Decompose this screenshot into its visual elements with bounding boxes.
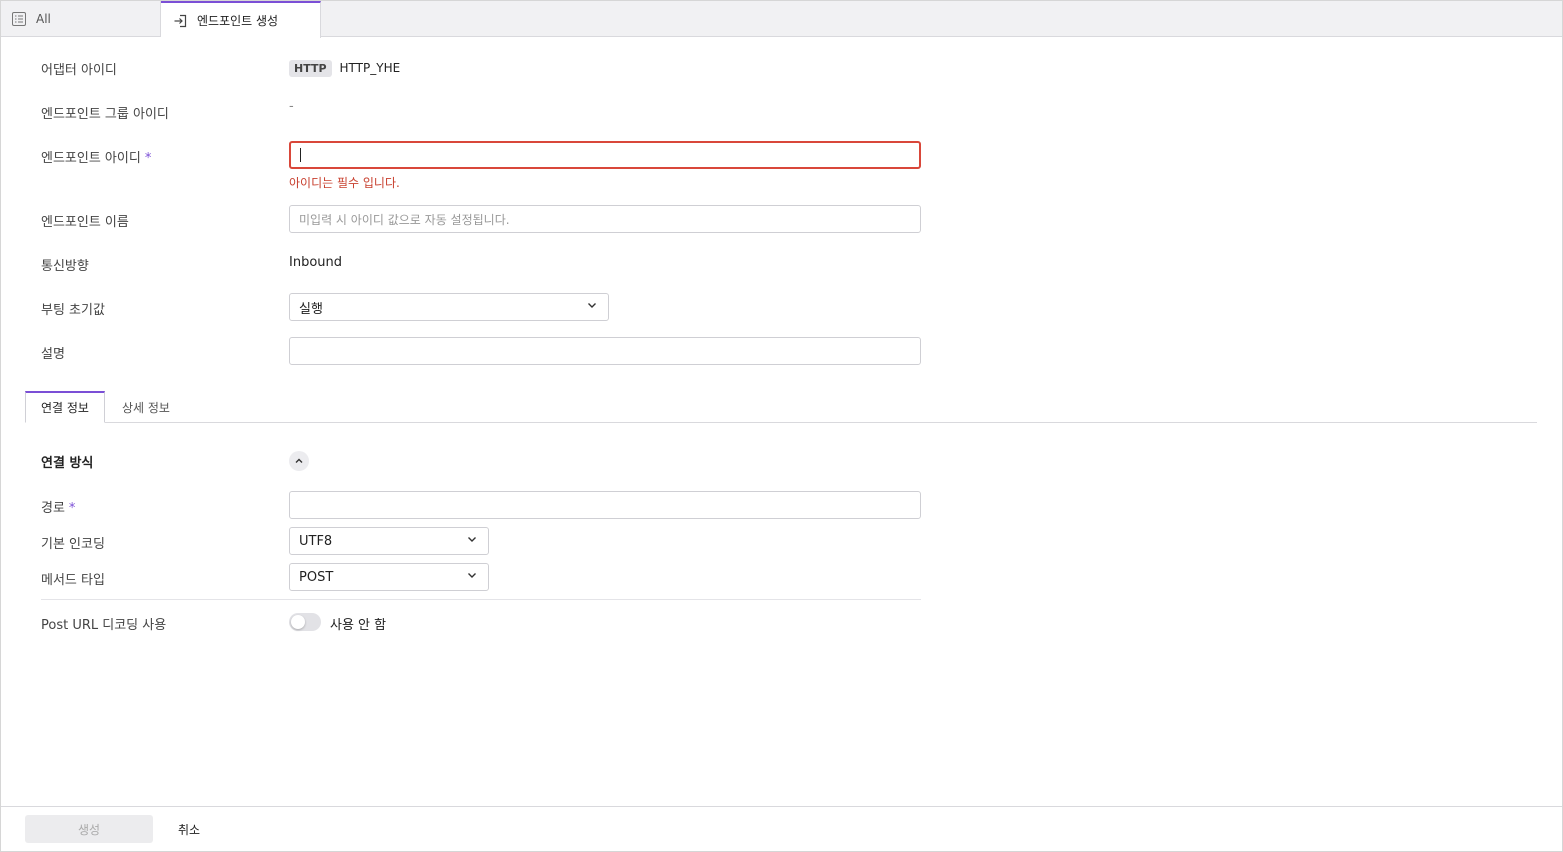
endpoint-name-label: 엔드포인트 이름 <box>41 215 129 230</box>
chevron-down-icon <box>466 569 478 585</box>
tab-endpoint-create[interactable]: 엔드포인트 생성 <box>161 1 321 38</box>
path-label: 경로 * <box>41 497 75 516</box>
endpoint-id-input[interactable] <box>289 141 921 169</box>
create-button[interactable]: 생성 <box>25 815 153 843</box>
method-select[interactable]: POST <box>289 563 489 591</box>
post-url-decoding-label: Post URL 디코딩 사용 <box>41 618 167 633</box>
tab-detail-info[interactable]: 상세 정보 <box>105 391 187 423</box>
login-icon <box>173 14 187 28</box>
tab-all-label: All <box>36 12 51 26</box>
window-frame <box>0 0 1563 852</box>
adapter-id-text: HTTP_YHE <box>339 61 401 75</box>
boot-default-label: 부팅 초기값 <box>41 303 105 318</box>
path-input[interactable] <box>289 491 921 519</box>
footer-bar: 생성 취소 <box>1 806 1562 851</box>
section-divider <box>41 599 921 600</box>
endpoint-group-id-value: - <box>289 99 294 114</box>
endpoint-id-error: 아이디는 필수 입니다. <box>289 176 400 190</box>
post-url-decoding-toggle[interactable] <box>289 613 321 631</box>
cancel-button[interactable]: 취소 <box>169 815 209 843</box>
chevron-down-icon <box>466 533 478 549</box>
detail-tab-bar: 연결 정보 상세 정보 <box>25 391 1537 423</box>
direction-label: 통신방향 <box>41 259 89 274</box>
method-label: 메서드 타입 <box>41 573 105 588</box>
encoding-select[interactable]: UTF8 <box>289 527 489 555</box>
toggle-knob <box>291 615 305 629</box>
direction-value: Inbound <box>289 255 343 270</box>
connection-method-title: 연결 방식 <box>41 456 94 471</box>
tab-endpoint-create-label: 엔드포인트 생성 <box>197 14 279 28</box>
encoding-label: 기본 인코딩 <box>41 537 105 552</box>
description-label: 설명 <box>41 347 65 362</box>
tab-connection-info[interactable]: 연결 정보 <box>25 391 105 423</box>
path-label-text: 경로 <box>41 501 65 516</box>
method-value: POST <box>299 569 334 585</box>
boot-default-select[interactable]: 실행 <box>289 293 609 321</box>
text-caret <box>300 148 301 162</box>
endpoint-name-placeholder: 미입력 시 아이디 값으로 자동 설정됩니다. <box>299 212 510 227</box>
endpoint-id-label: 엔드포인트 아이디 * <box>41 147 151 166</box>
adapter-id-value: HTTP HTTP_YHE <box>289 60 400 77</box>
boot-default-value: 실행 <box>299 301 323 317</box>
chevron-down-icon <box>586 299 598 315</box>
endpoint-name-input[interactable]: 미입력 시 아이디 값으로 자동 설정됩니다. <box>289 205 921 233</box>
endpoint-id-label-text: 엔드포인트 아이디 <box>41 151 141 166</box>
tab-all[interactable]: All <box>1 1 161 37</box>
post-url-decoding-state: 사용 안 함 <box>330 618 387 633</box>
top-tab-bar: All 엔드포인트 생성 <box>1 1 1562 38</box>
description-input[interactable] <box>289 337 921 365</box>
required-mark: * <box>144 151 152 166</box>
protocol-badge: HTTP <box>289 60 332 77</box>
list-icon <box>12 12 26 26</box>
adapter-id-label: 어댑터 아이디 <box>41 63 117 78</box>
encoding-value: UTF8 <box>299 533 333 549</box>
collapse-button[interactable] <box>289 451 309 471</box>
required-mark: * <box>68 501 76 516</box>
endpoint-group-id-label: 엔드포인트 그룹 아이디 <box>41 107 169 122</box>
chevron-up-icon <box>294 456 304 466</box>
